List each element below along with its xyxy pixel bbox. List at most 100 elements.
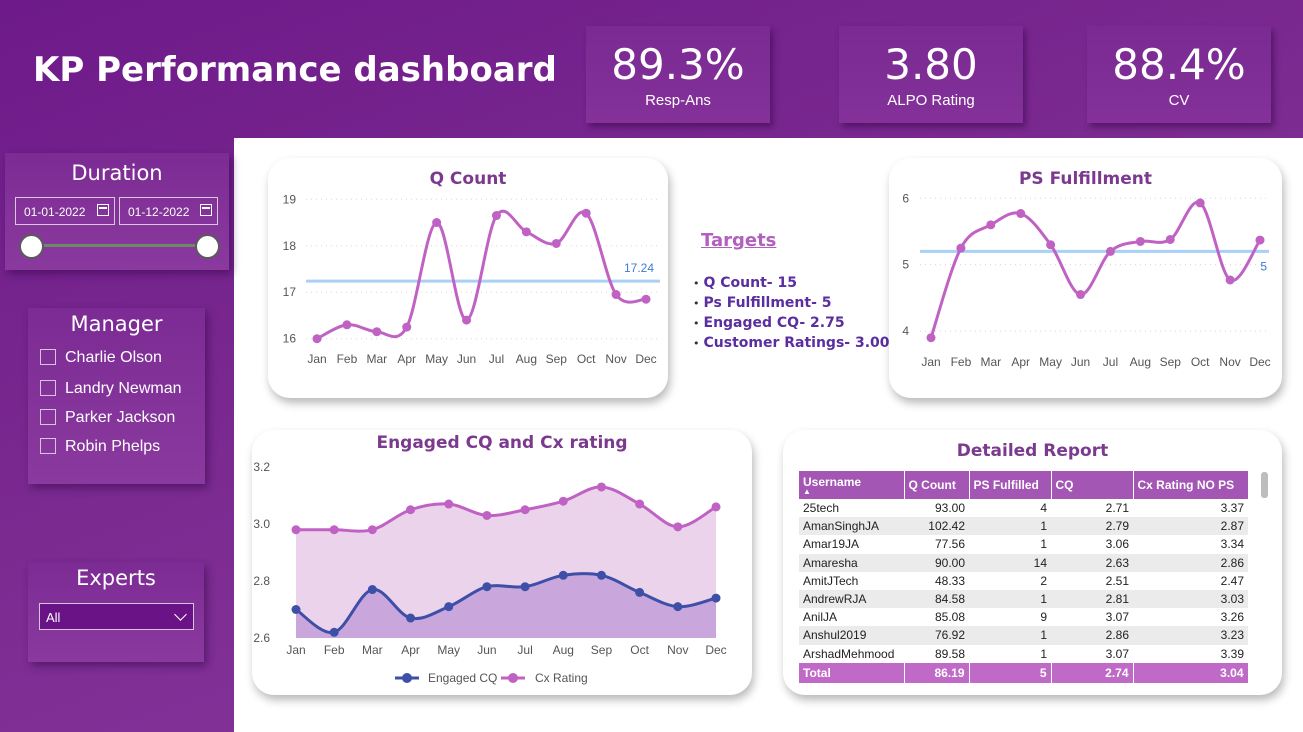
x-tick-label: Mar [362, 643, 383, 657]
table-row[interactable]: ArshadMehmood 89.58 1 3.07 3.39 [799, 645, 1248, 663]
y-tick-label: 18 [283, 239, 297, 253]
checkbox[interactable] [40, 409, 56, 425]
table-cell: 2 [1040, 573, 1047, 588]
data-point [1195, 198, 1205, 208]
kpi-value: 88.4% [1112, 40, 1246, 89]
data-point [402, 322, 412, 332]
engaged-cq-point [635, 587, 645, 597]
table-cell: 3.26 [1220, 610, 1244, 625]
table-cell: 2.47 [1220, 573, 1244, 588]
target-text: Customer Ratings- 3.00 [703, 335, 890, 351]
table-cell: 2.86 [1051, 626, 1133, 645]
cx-rating-point [406, 505, 416, 515]
column-header-cx-rating[interactable]: Cx Rating NO PS [1133, 471, 1249, 499]
table-header-row: Username ▲ Q Count PS Fulfilled CQ Cx Rat… [799, 471, 1249, 499]
x-tick-label: Jun [457, 352, 476, 366]
report-table-wrapper: Username ▲ Q Count PS Fulfilled CQ Cx Rat… [799, 471, 1249, 683]
checkbox[interactable] [40, 349, 56, 365]
table-cell: 2.71 [1105, 501, 1129, 516]
table-cell: 93.00 [934, 501, 965, 516]
table-cell: ArshadMehmood [803, 646, 895, 661]
end-date-input[interactable]: 01-12-2022 [119, 197, 218, 225]
target-item: • Engaged CQ- 2.75 [693, 315, 845, 331]
date-range-start-handle[interactable] [19, 234, 44, 259]
end-date-value: 01-12-2022 [128, 205, 190, 219]
table-row[interactable]: Amar19JA 77.56 1 3.06 3.34 [799, 535, 1248, 553]
report-table: Username ▲ Q Count PS Fulfilled CQ Cx Rat… [799, 471, 1249, 683]
data-point [1135, 236, 1145, 246]
engaged-cq-point [329, 627, 339, 637]
data-point [641, 294, 651, 304]
manager-option[interactable]: Parker Jackson [40, 409, 175, 427]
data-point [1105, 246, 1115, 256]
y-tick-label: 2.6 [253, 631, 270, 645]
engaged-cq-point [367, 585, 377, 595]
x-tick-label: May [437, 643, 460, 657]
cx-rating-point [444, 499, 454, 509]
table-row[interactable]: Amaresha 90.00 14 2.63 2.86 [799, 553, 1248, 572]
column-header-cq[interactable]: CQ [1051, 471, 1134, 499]
x-tick-label: Feb [324, 643, 345, 657]
data-point [432, 218, 442, 228]
table-row[interactable]: 25tech 93.00 4 2.71 3.37 [799, 499, 1248, 517]
table-scrollbar[interactable] [1261, 472, 1268, 498]
ps-fulfillment-chart: 4 5 6 Jan Feb Mar Apr May Jun Jul Aug Sep Oct Nov Dec 5 [902, 191, 1270, 369]
engaged-cq-point [406, 613, 416, 623]
cx-rating-point [520, 505, 530, 515]
calendar-icon[interactable] [97, 204, 109, 216]
cx-rating-point [558, 496, 568, 506]
table-row[interactable]: AnilJA 85.08 9 3.07 3.26 [799, 608, 1248, 626]
data-point [1225, 275, 1235, 285]
table-cell: 1 [1040, 646, 1047, 661]
manager-option[interactable]: Robin Phelps [40, 438, 160, 456]
experts-dropdown[interactable]: All [39, 603, 194, 630]
cx-rating-point [711, 502, 721, 512]
cx-rating-point [291, 525, 301, 535]
y-tick-label: 2.8 [253, 574, 270, 588]
table-cell: 2.86 [1133, 553, 1248, 572]
sort-ascending-icon[interactable]: ▲ [803, 488, 900, 496]
series-line [929, 200, 1262, 339]
date-range-slider-track[interactable] [33, 244, 208, 247]
legend-label-engaged-cq: Engaged CQ [428, 671, 497, 685]
x-tick-label: Jul [489, 352, 504, 366]
total-cell: Total [799, 662, 905, 683]
table-cell: AmanSinghJA [799, 517, 904, 536]
table-row[interactable]: Anshul2019 76.92 1 2.86 3.23 [799, 626, 1248, 645]
table-row[interactable]: AmanSinghJA 102.42 1 2.79 2.87 [799, 517, 1248, 536]
manager-option[interactable]: Charlie Olson [40, 349, 162, 367]
column-header-q-count[interactable]: Q Count [904, 471, 970, 499]
x-tick-label: Apr [397, 352, 416, 366]
engaged-cx-card: Engaged CQ and Cx rating 2.6 2.8 3.0 3.2 Jan… [252, 430, 752, 695]
table-cell: 25tech [803, 501, 840, 516]
x-tick-label: Sep [591, 643, 613, 657]
date-range-end-handle[interactable] [195, 234, 220, 259]
manager-title: Manager [70, 312, 163, 336]
x-tick-label: Oct [630, 643, 649, 657]
calendar-icon[interactable] [200, 204, 212, 216]
table-row[interactable]: AndrewRJA 84.58 1 2.81 3.03 [799, 589, 1248, 609]
x-tick-label: Dec [1249, 355, 1270, 369]
column-header-ps-fulfilled[interactable]: PS Fulfilled [969, 471, 1052, 499]
x-tick-label: Mar [366, 352, 387, 366]
checkbox[interactable] [40, 380, 56, 396]
table-cell: AmitJTech [803, 573, 859, 588]
x-tick-label: Aug [553, 643, 574, 657]
table-cell: 89.58 [934, 646, 965, 661]
kpi-value: 3.80 [884, 40, 978, 89]
data-point [491, 211, 501, 221]
kpi-label: ALPO Rating [887, 92, 975, 109]
y-tick-label: 19 [283, 192, 297, 206]
series-line [316, 209, 647, 341]
chevron-down-icon[interactable] [174, 608, 187, 621]
y-tick-label: 3.2 [253, 460, 270, 474]
data-point [551, 238, 561, 248]
table-row[interactable]: AmitJTech 48.33 2 2.51 2.47 [799, 572, 1248, 590]
checkbox[interactable] [40, 438, 56, 454]
cx-rating-point [367, 525, 377, 535]
column-header-username[interactable]: Username ▲ [799, 471, 905, 499]
total-cell: 5 [969, 662, 1052, 683]
start-date-input[interactable]: 01-01-2022 [15, 197, 115, 225]
table-cell: 85.08 [934, 610, 965, 625]
manager-option[interactable]: Landry Newman [40, 380, 182, 398]
